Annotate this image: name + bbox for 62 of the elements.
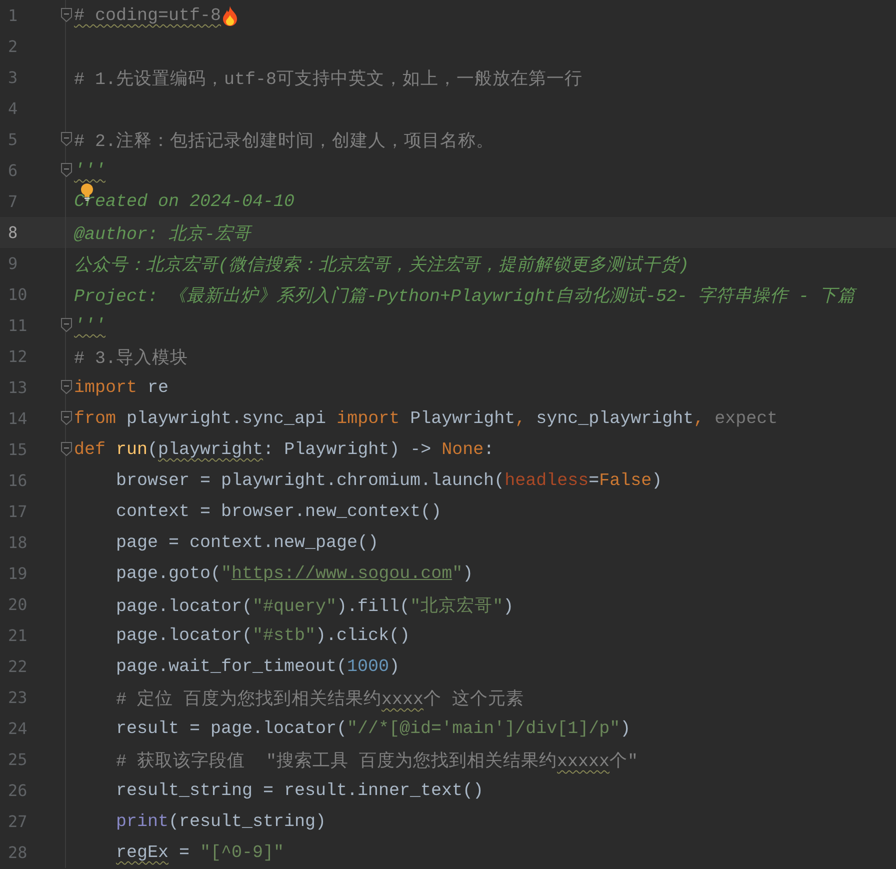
line-number: 16 — [7, 471, 28, 490]
line-number: 26 — [7, 781, 28, 800]
line-number: 21 — [7, 626, 28, 645]
line-number: 8 — [7, 223, 19, 242]
fold-icon[interactable] — [61, 442, 72, 456]
code-line: print(result_string) — [116, 812, 326, 832]
code-line: 公众号：北京宏哥(微信搜索：北京宏哥，关注宏哥，提前解锁更多测试干货) — [74, 254, 690, 276]
line-number: 22 — [7, 657, 28, 676]
code-line: # 获取该字段值 "搜索工具 百度为您找到相关结果约xxxxx个" — [116, 750, 638, 772]
line-number: 27 — [7, 812, 28, 831]
line-number: 9 — [7, 254, 19, 273]
line-number: 7 — [7, 192, 19, 211]
code-line: ''' — [74, 160, 106, 180]
fold-icon[interactable] — [61, 163, 72, 177]
fold-icon[interactable] — [61, 8, 72, 22]
code-line: # 定位 百度为您找到相关结果约xxxx个 这个元素 — [116, 688, 524, 710]
code-line: context = browser.new_context() — [116, 502, 442, 522]
code-line: Project: 《最新出炉》系列入门篇-Python+Playwright自动化测试-52- 字符串操作 - 下篇 — [74, 285, 856, 306]
line-number: 6 — [7, 161, 19, 180]
code-line: def run(playwright: Playwright) -> None: — [74, 440, 494, 460]
code-line: import re — [74, 378, 169, 398]
fold-icon[interactable] — [61, 380, 72, 394]
flame-icon — [222, 6, 238, 26]
line-number: 25 — [7, 750, 28, 769]
code-line: page.locator("#query").fill("北京宏哥") — [116, 595, 514, 616]
code-line: result = page.locator("//*[@id='main']/div[1]/p") — [116, 718, 631, 738]
line-number: 23 — [7, 688, 28, 707]
fold-icon[interactable] — [61, 411, 72, 425]
line-number: 2 — [7, 37, 19, 56]
line-number: 24 — [7, 719, 28, 738]
line-number: 19 — [7, 564, 28, 583]
line-number: 11 — [7, 316, 28, 335]
line-number: 20 — [7, 595, 28, 614]
fold-icon[interactable] — [61, 132, 72, 146]
line-number: 15 — [7, 440, 28, 459]
line-number: 17 — [7, 502, 28, 521]
code-line: ''' — [74, 316, 106, 336]
code-line: Created on 2024-04-10 — [74, 192, 295, 212]
line-number: 4 — [7, 99, 19, 118]
line-number: 5 — [7, 130, 19, 149]
code-line: # coding=utf-8 — [74, 6, 222, 26]
code-line: page = context.new_page() — [116, 532, 379, 552]
code-line: @author: 北京-宏哥 — [74, 223, 252, 244]
line-number: 18 — [7, 533, 28, 552]
fold-icon[interactable] — [61, 318, 72, 332]
line-number: 1 — [7, 6, 19, 25]
code-line: browser = playwright.chromium.launch(headless=False) — [116, 470, 662, 490]
code-line: from playwright.sync_api import Playwright, sync_playwright, expect — [74, 408, 778, 428]
line-number: 3 — [7, 68, 19, 87]
code-line: page.wait_for_timeout(1000) — [116, 656, 400, 676]
code-line: page.locator("#stb").click() — [116, 626, 410, 646]
line-number: 12 — [7, 347, 28, 366]
code-line: # 3.导入模块 — [74, 348, 188, 368]
line-number: 10 — [7, 285, 28, 304]
code-line: # 2.注释：包括记录创建时间，创建人，项目名称。 — [74, 130, 494, 152]
code-line: # 1.先设置编码，utf-8可支持中英文，如上，一般放在第一行 — [74, 68, 583, 90]
code-line: result_string = result.inner_text() — [116, 780, 484, 800]
line-number: 14 — [7, 409, 28, 428]
line-number: 13 — [7, 378, 28, 397]
code-line: regEx = "[^0-9]" — [116, 842, 284, 862]
line-number: 28 — [7, 843, 28, 862]
code-line: page.goto("https://www.sogou.com") — [116, 564, 474, 584]
